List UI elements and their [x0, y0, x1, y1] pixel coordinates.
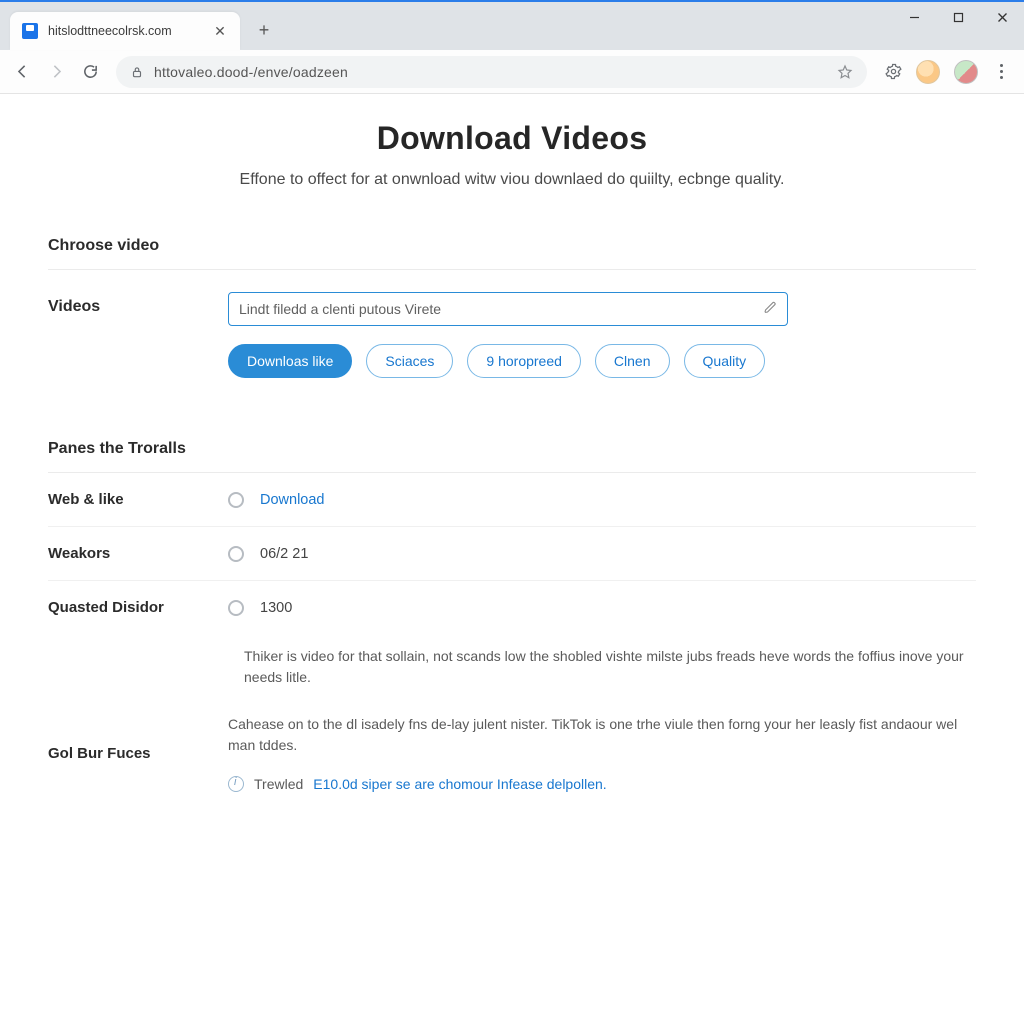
- url-text: httovaleo.dood-/enve/oadzeen: [154, 64, 837, 80]
- row-web-like: Web & like Download: [48, 473, 976, 527]
- row-weakors: Weakors 06/2 21: [48, 527, 976, 581]
- page-title: Download Videos: [48, 120, 976, 157]
- chip-download-like[interactable]: Downloas like: [228, 344, 352, 378]
- video-url-value: Lindt filedd a clenti putous Virete: [239, 301, 441, 317]
- title-bar: hitslodttneecolrsk.com ✕ +: [0, 0, 1024, 50]
- info-prefix: Trewled: [254, 776, 303, 792]
- video-url-input[interactable]: Lindt filedd a clenti putous Virete: [228, 292, 788, 326]
- chip-sciaces[interactable]: Sciaces: [366, 344, 453, 378]
- extensions-icon[interactable]: [885, 63, 902, 80]
- toolbar: httovaleo.dood-/enve/oadzeen: [0, 50, 1024, 94]
- radio-quasted[interactable]: [228, 600, 244, 616]
- row-videos: Videos Lindt filedd a clenti putous Vire…: [48, 270, 976, 386]
- browser-tab[interactable]: hitslodttneecolrsk.com ✕: [10, 12, 240, 50]
- radio-web-like[interactable]: [228, 492, 244, 508]
- chip-horopreed[interactable]: 9 horopreed: [467, 344, 581, 378]
- value-web-like[interactable]: Download: [260, 492, 325, 508]
- label-quasted: Quasted Disidor: [48, 599, 228, 616]
- close-tab-icon[interactable]: ✕: [212, 23, 228, 40]
- info-link[interactable]: E10.0d siper se are chomour Infease delp…: [313, 776, 606, 792]
- row-quasted: Quasted Disidor 1300: [48, 581, 976, 634]
- form-card: Chroose video Videos Lindt filedd a clen…: [48, 223, 976, 810]
- new-tab-button[interactable]: +: [250, 16, 278, 44]
- row-label-videos: Videos: [48, 292, 228, 316]
- bookmark-star-icon[interactable]: [837, 64, 853, 80]
- value-quasted: 1300: [260, 600, 292, 616]
- favicon-icon: [22, 23, 38, 39]
- help-golbur: Cahease on to the dl isadely fns de-lay …: [228, 714, 976, 756]
- lock-icon: [130, 65, 144, 79]
- hero: Download Videos Effone to offect for at …: [48, 120, 976, 189]
- info-icon: [228, 776, 244, 792]
- minimize-button[interactable]: [892, 2, 936, 34]
- row-golbur: Gol Bur Fuces Cahease on to the dl isade…: [48, 688, 976, 810]
- radio-weakors[interactable]: [228, 546, 244, 562]
- help-quasted: Thiker is video for that sollain, not sc…: [244, 646, 976, 688]
- reload-button[interactable]: [76, 58, 104, 86]
- menu-kebab-icon[interactable]: [992, 64, 1010, 79]
- back-button[interactable]: [8, 58, 36, 86]
- secondary-avatar-icon[interactable]: [954, 60, 978, 84]
- info-line: Trewled E10.0d siper se are chomour Infe…: [228, 776, 976, 792]
- profile-avatar-icon[interactable]: [916, 60, 940, 84]
- toolbar-right: [879, 60, 1016, 84]
- window-controls: [892, 2, 1024, 34]
- page-subtitle: Effone to offect for at onwnload witw vi…: [48, 171, 976, 189]
- address-bar[interactable]: httovaleo.dood-/enve/oadzeen: [116, 56, 867, 88]
- value-weakors: 06/2 21: [260, 546, 308, 562]
- forward-button[interactable]: [42, 58, 70, 86]
- page-content: Download Videos Effone to offect for at …: [0, 94, 1024, 850]
- close-window-button[interactable]: [980, 2, 1024, 34]
- maximize-button[interactable]: [936, 2, 980, 34]
- chip-quality[interactable]: Quality: [684, 344, 766, 378]
- section-panes: Panes the Troralls: [48, 426, 976, 473]
- chip-row: Downloas like Sciaces 9 horopreed Clnen …: [228, 344, 976, 378]
- label-web-like: Web & like: [48, 491, 228, 508]
- edit-icon[interactable]: [764, 301, 777, 317]
- label-golbur: Gol Bur Fuces: [48, 745, 228, 762]
- chip-clnen[interactable]: Clnen: [595, 344, 670, 378]
- section-choose-video: Chroose video: [48, 223, 976, 270]
- label-weakors: Weakors: [48, 545, 228, 562]
- browser-chrome: hitslodttneecolrsk.com ✕ + htto: [0, 0, 1024, 94]
- tab-title: hitslodttneecolrsk.com: [48, 24, 212, 38]
